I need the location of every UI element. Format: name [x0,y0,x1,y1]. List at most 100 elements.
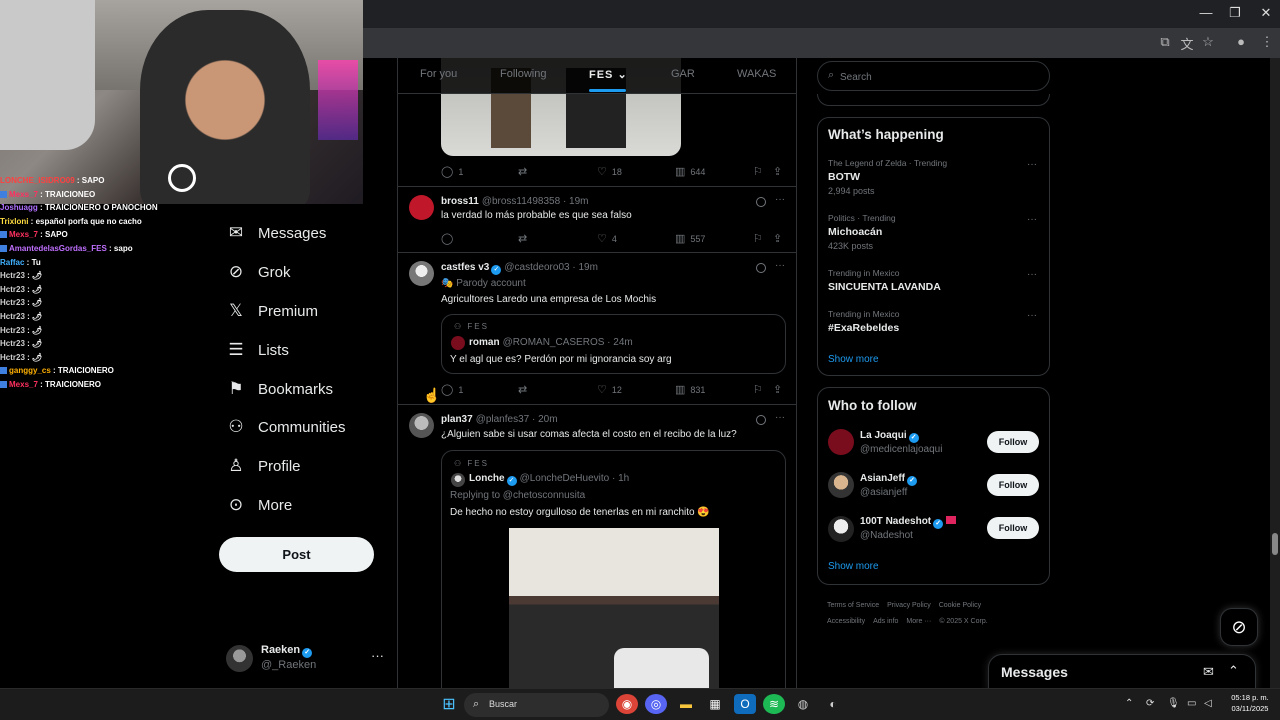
store-icon[interactable]: ▦ [704,694,726,714]
repost-button[interactable]: ⇄ [518,165,527,178]
grok-icon[interactable] [756,197,766,207]
follow-suggestion-name[interactable]: La Joaqui ✓ [860,430,919,443]
avatar[interactable] [409,261,434,286]
taskbar-clock[interactable]: 05:18 p. m. 03/11/2025 [1222,692,1278,714]
tab-fes[interactable]: FES ⌄ [589,68,628,81]
trend-name[interactable]: Michoacán [828,226,882,238]
tray-chevron-icon[interactable]: ⌃ [1125,698,1133,709]
search-box[interactable]: ⌕ [817,61,1050,91]
grok-icon[interactable] [756,263,766,273]
app-icon[interactable]: ◍ [792,694,814,714]
bookmark-button[interactable]: ⚐ [753,383,763,396]
messages-drawer[interactable]: Messages ✉ ⌃ [988,654,1256,690]
trend-more-icon[interactable]: ··· [1027,269,1037,280]
tweet-more-icon[interactable]: ··· [775,412,785,423]
file-explorer-icon[interactable]: ▬ [675,694,697,714]
avatar[interactable] [828,472,854,498]
chrome-icon[interactable]: ◉ [616,694,638,714]
volume-icon[interactable]: ◁ [1204,698,1212,709]
footer-terms[interactable]: Terms of Service [827,602,879,609]
footer-privacy[interactable]: Privacy Policy [887,602,931,609]
taskbar-search[interactable]: ⌕ Buscar [464,693,609,717]
avatar[interactable] [409,195,434,220]
trend-name[interactable]: BOTW [828,171,860,183]
like-button[interactable]: ♡ 18 [597,165,622,178]
views-button[interactable]: ▥ 831 [675,383,705,396]
follow-suggestion-name[interactable]: 100T Nadeshot ✓ [860,516,957,529]
tab-for-you[interactable]: For you [420,68,457,80]
like-button[interactable]: ♡ 12 [597,383,622,396]
tweet-author[interactable]: bross11 [441,196,479,207]
nav-lists[interactable]: ☰ Lists [226,335,288,365]
tweet-author[interactable]: castfes v3 [441,262,489,273]
follow-button[interactable]: Follow [987,431,1039,453]
minimize-icon[interactable]: — [1196,5,1216,23]
search-input[interactable] [840,67,1040,87]
tab-following[interactable]: Following [500,68,546,80]
page-scrollbar[interactable] [1270,58,1280,688]
tab-wakas[interactable]: WAKAS [737,68,776,80]
tweet-media-image[interactable] [509,528,719,688]
scrollbar-thumb[interactable] [1272,533,1278,555]
share-button[interactable]: ⇪ [773,165,782,178]
avatar[interactable] [409,413,434,438]
expand-up-icon[interactable]: ⌃ [1228,663,1239,679]
profile-avatar-icon[interactable]: ● [1232,34,1250,52]
nav-bookmarks[interactable]: ⚑ Bookmarks [226,374,333,404]
footer-accessibility[interactable]: Accessibility [827,618,865,625]
nav-messages[interactable]: ✉ Messages [226,218,327,248]
tweet-2[interactable]: castfes v3 ✓ @castdeoro03 · 19m ··· 🎭 Paro… [398,253,796,405]
nav-premium[interactable]: 𝕏 Premium [226,296,318,326]
bookmark-star-icon[interactable]: ☆ [1199,34,1217,52]
trend-more-icon[interactable]: ··· [1027,214,1037,225]
account-switcher[interactable]: Raeken ✓ @_Raeken ··· [226,642,386,676]
like-button[interactable]: ♡ 4 [597,232,617,245]
repost-button[interactable]: ⇄ [518,232,527,245]
quoted-tweet[interactable]: ⚇ FES roman @ROMAN_CASEROS · 24m Y el agl… [441,314,786,374]
spotify-icon[interactable]: ≋ [763,694,785,714]
microphone-icon[interactable]: 🎙 [1167,698,1180,709]
views-button[interactable]: ▥ 557 [675,232,705,245]
tweet-author[interactable]: plan37 [441,414,473,425]
tweet-1[interactable]: bross11 @bross11498358 · 19m ··· la verda… [398,187,796,253]
trend-name[interactable]: SINCUENTA LAVANDA [828,281,941,293]
bookmark-button[interactable]: ⚐ [753,165,763,178]
install-app-icon[interactable]: ⧉ [1156,34,1174,52]
post-button[interactable]: Post [219,537,374,572]
tab-gar[interactable]: GAR [671,68,695,80]
account-more-icon[interactable]: ··· [371,648,384,663]
close-icon[interactable]: ✕ [1256,5,1276,23]
grok-floating-button[interactable]: ⊘ [1220,608,1258,646]
reply-button[interactable]: ◯ 1 [441,383,463,396]
trend-name[interactable]: #ExaRebeldes [828,322,899,334]
follow-button[interactable]: Follow [987,474,1039,496]
repost-button[interactable]: ⇄ [518,383,527,396]
views-button[interactable]: ▥ 644 [675,165,705,178]
windows-start-icon[interactable]: ⊞ [438,694,460,714]
tweet-more-icon[interactable]: ··· [775,260,785,271]
network-icon[interactable]: ▭ [1187,698,1196,709]
footer-more[interactable]: More ··· [906,618,931,625]
share-button[interactable]: ⇪ [773,383,782,396]
discord-icon[interactable]: ◎ [645,694,667,714]
reply-button[interactable]: ◯ 1 [441,165,463,178]
nav-grok[interactable]: ⊘ Grok [226,257,291,287]
bookmark-button[interactable]: ⚐ [753,232,763,245]
tweet-more-icon[interactable]: ··· [775,194,785,205]
avatar[interactable] [828,516,854,542]
browser-menu-icon[interactable]: ⋮ [1258,34,1276,52]
sync-icon[interactable]: ⟳ [1146,698,1154,709]
translate-icon[interactable]: 文 [1178,34,1196,52]
avatar[interactable] [828,429,854,455]
reply-button[interactable]: ◯ [441,232,453,245]
follow-suggestion-name[interactable]: AsianJeff ✓ [860,473,918,486]
trend-more-icon[interactable]: ··· [1027,159,1037,170]
grok-icon[interactable] [756,415,766,425]
footer-cookie[interactable]: Cookie Policy [939,602,981,609]
show-more-link[interactable]: Show more [828,354,879,365]
share-button[interactable]: ⇪ [773,232,782,245]
nav-communities[interactable]: ⚇ Communities [226,412,345,442]
footer-ads[interactable]: Ads info [873,618,898,625]
obs-icon[interactable]: ◐ [822,694,844,714]
outlook-icon[interactable]: O [734,694,756,714]
